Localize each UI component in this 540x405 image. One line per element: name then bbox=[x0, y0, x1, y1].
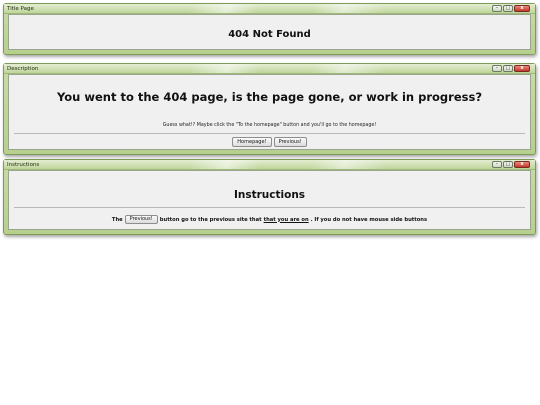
button-row: Homepage! Previous! bbox=[9, 137, 530, 147]
description-heading: You went to the 404 page, is the page go… bbox=[57, 90, 482, 104]
maximize-button[interactable]: □ bbox=[503, 161, 513, 168]
minimize-button[interactable]: – bbox=[492, 5, 502, 12]
divider bbox=[14, 133, 525, 134]
window-title: Instructions bbox=[7, 162, 40, 168]
instr-text-after: . If you do not have mouse side buttons bbox=[310, 216, 428, 223]
divider bbox=[14, 207, 525, 208]
instructions-heading: Instructions bbox=[233, 189, 306, 201]
maximize-button[interactable]: □ bbox=[503, 5, 513, 12]
window-title: Description bbox=[7, 66, 39, 72]
page-title: 404 Not Found bbox=[228, 29, 311, 40]
window-title: Title Page bbox=[7, 6, 34, 12]
previous-button[interactable]: Previous! bbox=[273, 137, 307, 147]
close-button[interactable]: x bbox=[514, 161, 530, 168]
description-window: Description – □ x You went to the 404 pa… bbox=[3, 63, 536, 155]
title-page-window: Title Page – □ x 404 Not Found bbox=[3, 3, 536, 55]
instructions-text: The Previous! button go to the previous … bbox=[9, 215, 530, 224]
window-controls: – □ x bbox=[492, 161, 530, 168]
close-button[interactable]: x bbox=[514, 5, 530, 12]
maximize-button[interactable]: □ bbox=[503, 65, 513, 72]
window-content: 404 Not Found bbox=[8, 14, 531, 50]
instr-text-underlined: that you are on bbox=[263, 216, 309, 223]
instr-text-before: The bbox=[111, 216, 123, 223]
instructions-window: Instructions – □ x Instructions The Prev… bbox=[3, 159, 536, 235]
homepage-button[interactable]: Homepage! bbox=[232, 137, 272, 147]
minimize-button[interactable]: – bbox=[492, 65, 502, 72]
window-controls: – □ x bbox=[492, 65, 530, 72]
window-content: Instructions The Previous! button go to … bbox=[8, 170, 531, 230]
window-content: You went to the 404 page, is the page go… bbox=[8, 74, 531, 150]
close-button[interactable]: x bbox=[514, 65, 530, 72]
window-titlebar[interactable]: Title Page – □ x bbox=[4, 4, 535, 14]
hint-text: Guess what!? Maybe click the "To the hom… bbox=[162, 123, 377, 128]
window-titlebar[interactable]: Description – □ x bbox=[4, 64, 535, 74]
instr-text-mid: button go to the previous site that bbox=[159, 216, 262, 223]
window-controls: – □ x bbox=[492, 5, 530, 12]
minimize-button[interactable]: – bbox=[492, 161, 502, 168]
previous-button[interactable]: Previous! bbox=[124, 215, 158, 224]
window-titlebar[interactable]: Instructions – □ x bbox=[4, 160, 535, 170]
